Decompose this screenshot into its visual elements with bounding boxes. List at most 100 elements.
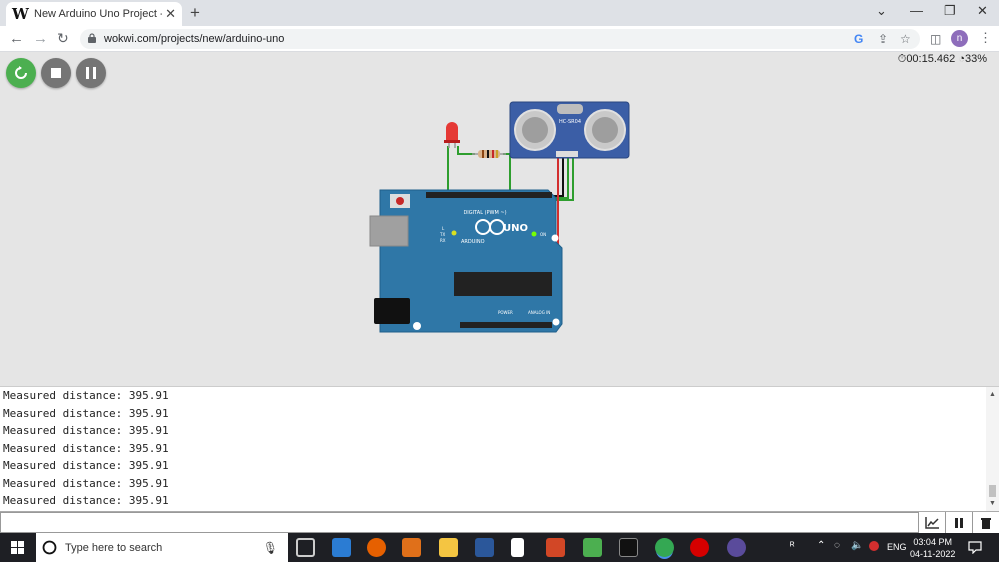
firefox-icon[interactable] xyxy=(367,538,386,557)
minimize-button[interactable]: — xyxy=(910,3,923,18)
brand-label: UNO xyxy=(503,223,528,234)
tab-strip: W New Arduino Uno Project - Wokwi ✕ + ⌄ … xyxy=(0,0,999,26)
bookmark-star-icon[interactable]: ☆ xyxy=(900,32,911,46)
serial-input-bar xyxy=(0,511,999,533)
chrome-icon[interactable] xyxy=(655,538,674,557)
pause-serial-button[interactable] xyxy=(945,512,972,533)
red-led[interactable] xyxy=(444,122,460,148)
windows-start-icon[interactable] xyxy=(11,541,24,554)
powerpoint-icon[interactable] xyxy=(546,538,565,557)
people-icon[interactable]: ᴿ xyxy=(790,541,795,552)
power-label: POWER xyxy=(498,310,513,315)
microphone-icon[interactable]: 🎙 xyxy=(263,541,278,555)
clock-date: 04-11-2022 xyxy=(910,549,956,559)
restart-button[interactable] xyxy=(6,58,36,88)
power-analog-header xyxy=(460,322,552,328)
side-panel-icon[interactable]: ◫ xyxy=(930,32,941,46)
file-explorer-icon[interactable] xyxy=(439,538,458,557)
paint-icon[interactable] xyxy=(583,538,602,557)
sim-speed: 33% xyxy=(964,53,987,65)
sensor-label: HC-SR04 xyxy=(559,119,581,125)
notification-icon[interactable] xyxy=(968,541,982,554)
simulation-canvas: ⏱00:15.462 ◔33% HC-SR04 DIGITAL (PWM ~) … xyxy=(0,52,999,386)
reset-button[interactable] xyxy=(396,197,404,205)
serial-line: Measured distance: 395.91 xyxy=(3,459,169,472)
notepad-icon[interactable] xyxy=(511,538,524,557)
chart-line-icon xyxy=(925,516,939,529)
maker-label: ARDUINO xyxy=(461,239,485,245)
taskbar-search[interactable]: Type here to search 🎙 xyxy=(36,533,288,562)
mail-icon[interactable] xyxy=(332,538,351,557)
scroll-down-icon[interactable]: ▼ xyxy=(989,500,996,507)
digital-label: DIGITAL (PWM ~) xyxy=(463,210,506,216)
reload-icon[interactable]: ↻ xyxy=(57,30,69,47)
pause-icon xyxy=(955,517,963,528)
sublime-text-icon[interactable] xyxy=(402,538,421,557)
power-jack xyxy=(374,298,410,324)
on-label: ON xyxy=(540,232,546,237)
circuit-diagram: HC-SR04 DIGITAL (PWM ~) UNO ARDUINO ON T… xyxy=(369,101,630,333)
stop-button[interactable] xyxy=(41,58,71,88)
serial-line: Measured distance: 395.91 xyxy=(3,441,169,455)
opera-icon[interactable] xyxy=(690,538,709,557)
url-text: wokwi.com/projects/new/arduino-uno xyxy=(104,33,285,45)
terminal-icon[interactable] xyxy=(619,538,638,557)
browser-toolbar: ← → ↻ wokwi.com/projects/new/arduino-uno… xyxy=(0,26,999,52)
led-body xyxy=(446,122,458,140)
word-icon[interactable] xyxy=(475,538,494,557)
volume-icon[interactable]: 🔈 xyxy=(851,540,863,551)
serial-monitor: Measured distance: 395.91 Measured dista… xyxy=(0,386,999,511)
resistor[interactable] xyxy=(472,150,506,158)
forward-icon[interactable]: → xyxy=(33,30,48,47)
tray-chevron-icon[interactable]: ⌃ xyxy=(817,540,825,551)
clear-serial-button[interactable] xyxy=(972,512,999,533)
profile-avatar[interactable]: n xyxy=(951,30,968,47)
sim-status: ⏱00:15.462 ◔33% xyxy=(898,53,987,66)
google-icon[interactable]: G xyxy=(854,32,863,46)
serial-line: Measured distance: 395.91 xyxy=(3,389,169,402)
clock-time: 03:04 PM xyxy=(913,537,952,547)
menu-kebab-icon[interactable]: ⋮ xyxy=(979,30,992,46)
serial-line: Measured distance: 395.91 xyxy=(3,406,169,420)
plotter-button[interactable] xyxy=(918,512,945,533)
ultrasonic-sensor[interactable]: HC-SR04 xyxy=(509,101,630,159)
new-tab-button[interactable]: + xyxy=(190,3,200,23)
search-placeholder: Type here to search xyxy=(65,541,163,554)
speed-gauge-icon: ◔ xyxy=(958,53,965,65)
security-alert-icon[interactable] xyxy=(869,541,879,551)
serial-line: Measured distance: 395.91 xyxy=(3,494,169,507)
task-view-icon[interactable] xyxy=(296,538,315,557)
serial-line: Measured distance: 395.91 xyxy=(3,476,169,490)
atmega-chip xyxy=(454,272,552,296)
scroll-up-icon[interactable]: ▲ xyxy=(989,391,996,398)
language-indicator[interactable]: ENG xyxy=(887,542,907,552)
digital-header xyxy=(426,192,552,198)
trash-icon xyxy=(981,517,991,529)
lock-icon xyxy=(88,33,96,43)
close-tab-icon[interactable]: ✕ xyxy=(165,6,176,22)
close-window-button[interactable]: ✕ xyxy=(977,3,988,19)
tx-label: TX xyxy=(439,232,445,237)
pause-button[interactable] xyxy=(76,58,106,88)
restart-icon xyxy=(15,66,27,79)
rx-label: RX xyxy=(440,238,446,243)
serial-scrollbar[interactable]: ▲ ▼ xyxy=(986,387,999,511)
back-icon[interactable]: ← xyxy=(9,30,24,47)
address-bar[interactable]: wokwi.com/projects/new/arduino-uno G ⇪ ☆ xyxy=(80,29,920,49)
sim-timer: 00:15.462 xyxy=(906,53,956,65)
taskbar-clock[interactable]: 03:04 PM 04-11-2022 xyxy=(910,536,955,560)
usb-port xyxy=(369,215,409,247)
arduino-uno-board[interactable]: DIGITAL (PWM ~) UNO ARDUINO ON TX RX L P… xyxy=(369,189,563,333)
tab-search-icon[interactable]: ⌄ xyxy=(876,3,887,19)
stop-icon xyxy=(51,68,61,78)
browser-tab[interactable]: W New Arduino Uno Project - Wokwi ✕ xyxy=(6,2,182,26)
windows-taskbar: Type here to search 🎙 ᴿ ⌃ ◌ 🔈 ENG 03:04 … xyxy=(0,533,999,562)
restore-button[interactable]: ❐ xyxy=(944,3,956,19)
eclipse-icon[interactable] xyxy=(727,538,746,557)
share-icon[interactable]: ⇪ xyxy=(878,32,888,46)
wifi-icon[interactable]: ◌ xyxy=(834,540,840,551)
serial-input[interactable] xyxy=(0,512,918,533)
wokwi-favicon-icon: W xyxy=(12,5,29,23)
scroll-thumb[interactable] xyxy=(989,485,996,497)
pause-icon xyxy=(86,67,96,79)
